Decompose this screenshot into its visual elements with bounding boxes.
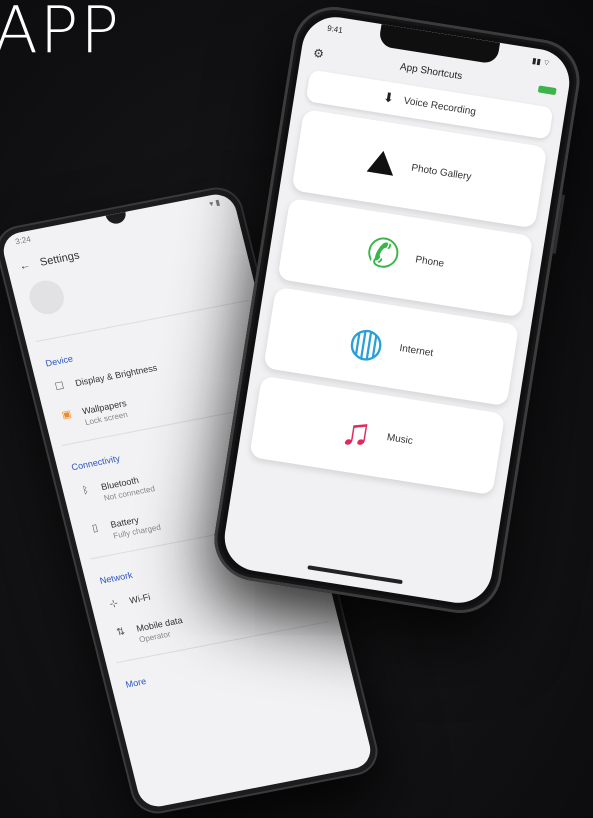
card-label: Internet [398, 342, 434, 359]
wifi-icon: ⊹ [108, 598, 120, 611]
launcher-screen: 9:41 ▮▮ ⌔ ⚙ App Shortcuts ⬇ Voice Record… [219, 12, 575, 608]
mobile-data-icon: ⇅ [115, 626, 127, 639]
phone-icon: ✆ [363, 229, 404, 279]
music-icon: ♫ [338, 407, 375, 456]
settings-title: Settings [38, 249, 81, 269]
display-icon: ☐ [53, 380, 66, 394]
arrow-down-icon: ⬇ [382, 89, 396, 106]
card-label: Music [386, 431, 414, 447]
bluetooth-icon: ᛒ [81, 484, 90, 497]
power-button [552, 194, 566, 255]
battery-indicator [537, 84, 557, 95]
avatar [25, 277, 68, 318]
globe-icon: ◍ [345, 318, 388, 368]
card-label: Phone [414, 253, 445, 270]
home-indicator[interactable] [307, 565, 403, 585]
status-icons: ▾ ▮ [208, 197, 221, 209]
status-time: 3:24 [14, 234, 32, 247]
row-label: Wi-Fi [128, 591, 152, 606]
status-icons: ▮▮ ⌔ [531, 56, 552, 68]
battery-icon: ▯ [91, 522, 100, 535]
wallpaper-icon: ▣ [60, 408, 73, 422]
card-label: Voice Recording [403, 95, 477, 118]
iphone-mockup: 9:41 ▮▮ ⌔ ⚙ App Shortcuts ⬇ Voice Record… [208, 0, 586, 620]
mountain-icon: ⛰ [364, 141, 399, 184]
back-arrow-icon[interactable]: ← [18, 259, 32, 273]
page-heading: APP [0, 0, 121, 68]
status-time: 9:41 [326, 23, 344, 35]
card-label: Photo Gallery [410, 162, 473, 183]
